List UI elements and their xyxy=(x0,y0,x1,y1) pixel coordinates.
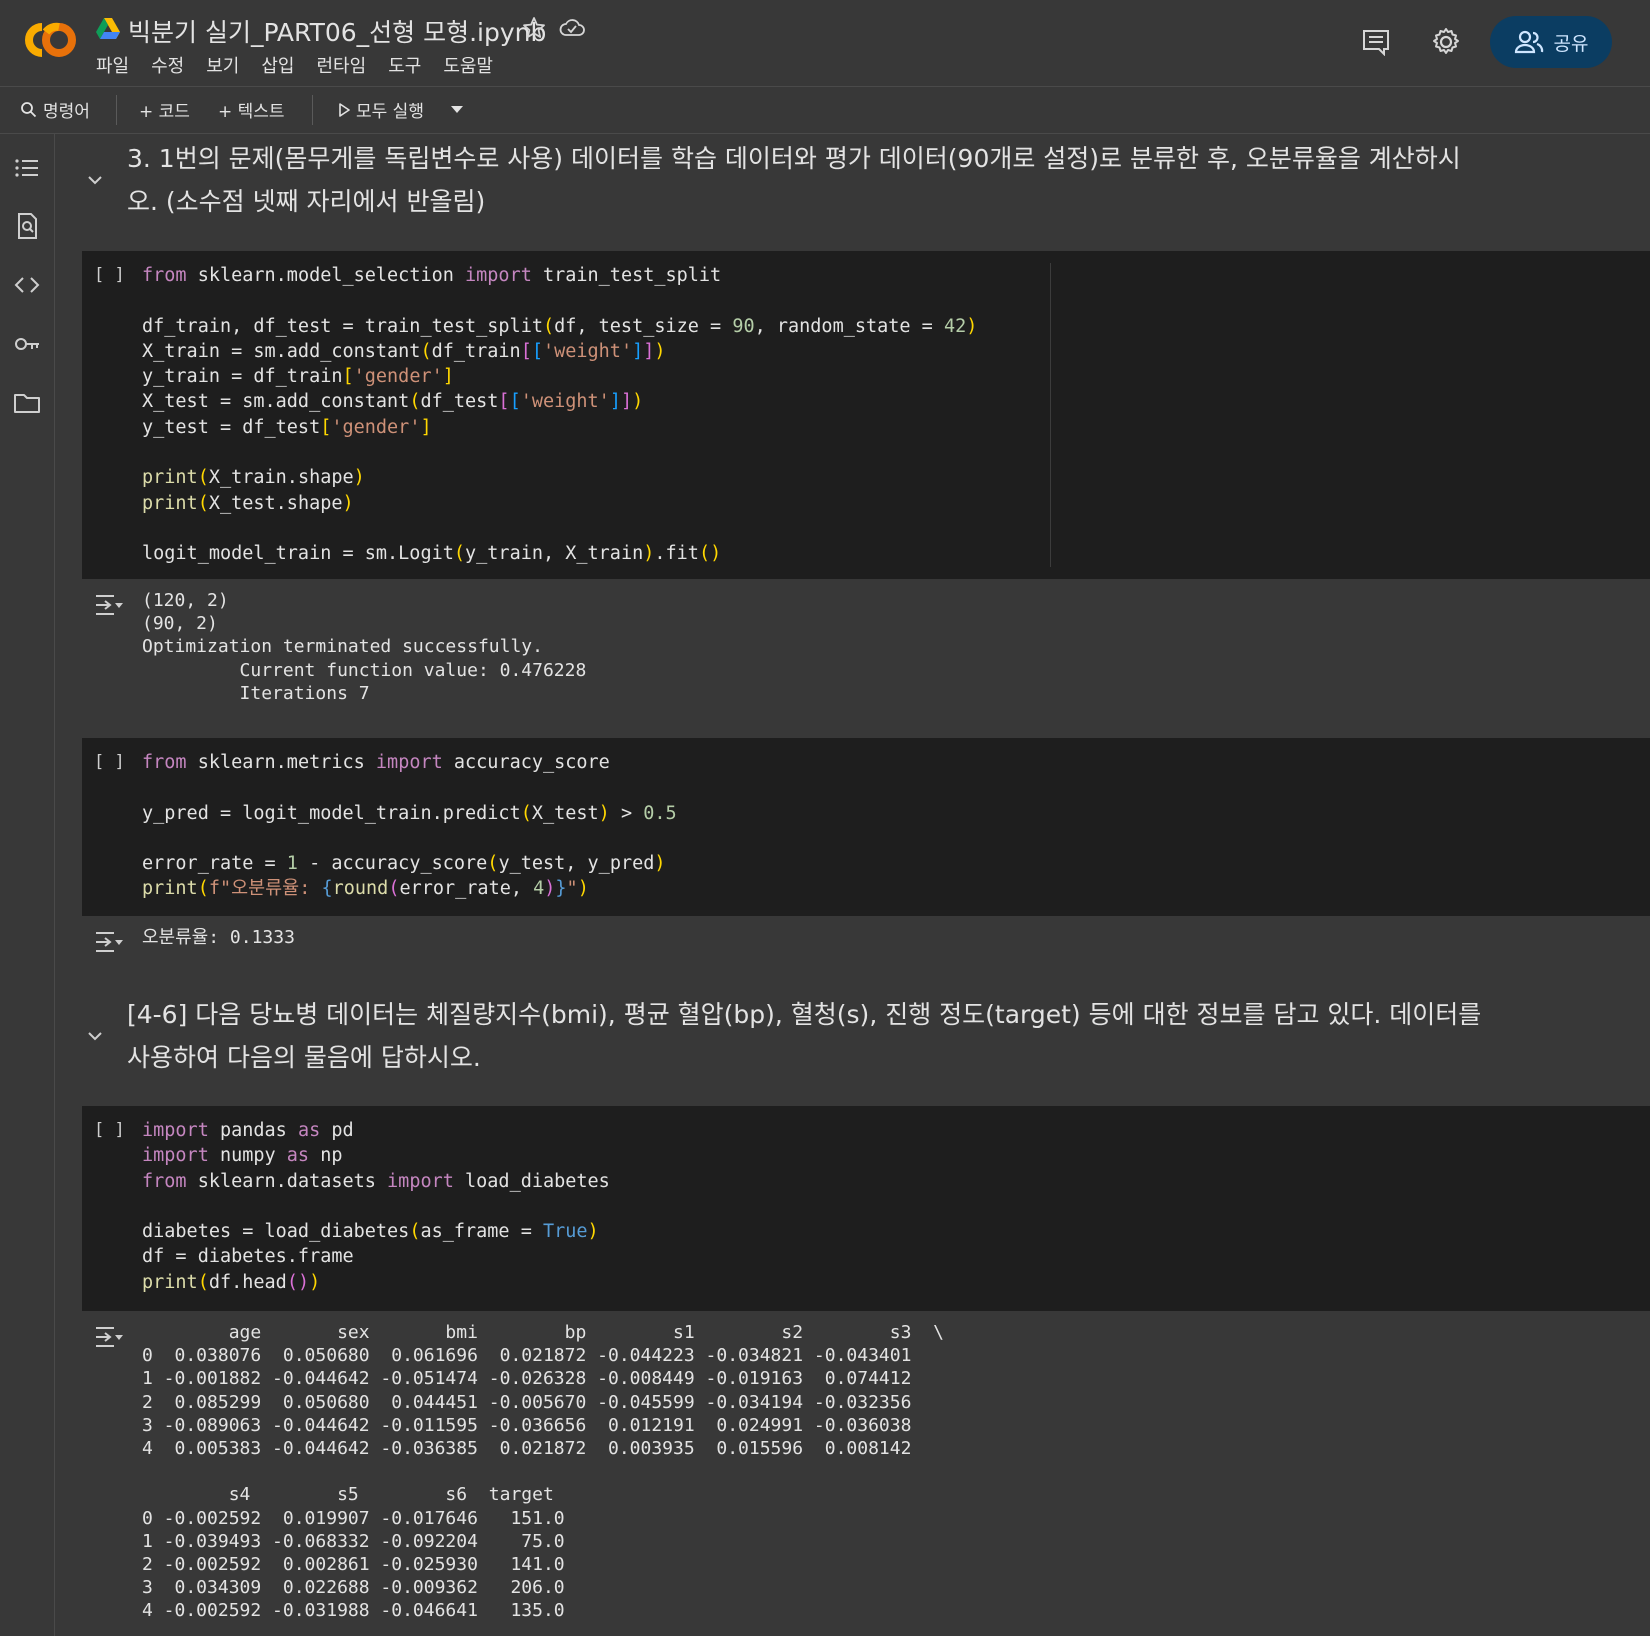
code-editor[interactable]: from sklearn.metrics import accuracy_sco… xyxy=(142,750,677,902)
code-editor[interactable]: import pandas as pd import numpy as np f… xyxy=(142,1118,610,1295)
output-toggle-icon[interactable] xyxy=(94,930,124,954)
key-icon[interactable] xyxy=(13,330,41,358)
command-palette-button[interactable]: 명령어 xyxy=(20,97,90,122)
code-cell[interactable]: [ ] from sklearn.metrics import accuracy… xyxy=(82,738,1650,916)
run-cell-button[interactable]: [ ] xyxy=(94,752,125,772)
share-button[interactable]: 공유 xyxy=(1490,16,1612,68)
colab-logo[interactable] xyxy=(16,18,78,62)
chevron-down-icon[interactable] xyxy=(450,104,464,114)
toc-icon[interactable] xyxy=(13,154,41,182)
run-all-label: 모두 실행 xyxy=(356,102,424,122)
play-icon xyxy=(339,102,350,117)
output-text: 오분류율: 0.1333 xyxy=(142,927,295,948)
text-cell[interactable]: [4-6] 다음 당뇨병 데이터는 체질량지수(bmi), 평균 혈압(bp),… xyxy=(55,990,1650,1104)
search-icon xyxy=(21,102,37,118)
toolbar-divider xyxy=(116,95,117,125)
code-snippets-icon[interactable] xyxy=(13,271,41,299)
menu-help[interactable]: 도움말 xyxy=(432,52,504,78)
run-cell-button[interactable]: [ ] xyxy=(94,265,125,285)
comment-icon[interactable] xyxy=(1361,28,1391,56)
menu-file[interactable]: 파일 xyxy=(96,52,140,78)
cell-divider xyxy=(1050,263,1051,567)
toolbar-divider xyxy=(312,95,313,125)
menu-edit[interactable]: 수정 xyxy=(140,52,195,78)
chevron-down-icon[interactable] xyxy=(85,1026,105,1046)
menu-insert[interactable]: 삽입 xyxy=(250,52,305,78)
colab-notebook-page: 빅분기 실기_PART06_선형 모형.ipynb 파일 수정 보기 삽입 런타… xyxy=(0,0,1650,1636)
run-cell-button[interactable]: [ ] xyxy=(94,1120,125,1140)
markdown-text: [4-6] 다음 당뇨병 데이터는 체질량지수(bmi), 평균 혈압(bp),… xyxy=(127,1000,1482,1072)
command-label: 명령어 xyxy=(43,102,90,122)
menu-bar: 파일 수정 보기 삽입 런타임 도구 도움말 xyxy=(96,52,504,78)
left-sidebar xyxy=(0,134,55,1636)
google-drive-icon xyxy=(96,18,120,39)
cell-output: age sex bmi bp s1 s2 s3 \ 0 0.038076 0.0… xyxy=(82,1311,1650,1636)
app-header: 빅분기 실기_PART06_선형 모형.ipynb 파일 수정 보기 삽입 런타… xyxy=(0,0,1650,87)
menu-runtime[interactable]: 런타임 xyxy=(306,52,378,78)
add-text-button[interactable]: + 텍스트 xyxy=(218,97,285,122)
folder-icon[interactable] xyxy=(13,389,41,417)
code-cell[interactable]: [ ] import pandas as pd import numpy as … xyxy=(82,1106,1650,1311)
output-toggle-icon[interactable] xyxy=(94,593,124,617)
code-cell[interactable]: [ ] from sklearn.model_selection import … xyxy=(82,251,1650,579)
gear-icon[interactable] xyxy=(1430,26,1462,58)
code-editor[interactable]: from sklearn.model_selection import trai… xyxy=(142,263,977,567)
find-icon[interactable] xyxy=(13,212,41,240)
markdown-text: 3. 1번의 문제(몸무게를 독립변수로 사용) 데이터를 학습 데이터와 평가… xyxy=(127,144,1461,216)
output-text: (120, 2) (90, 2) Optimization terminated… xyxy=(142,590,587,704)
star-icon[interactable] xyxy=(522,16,546,40)
notebook-toolbar: 명령어 + 코드 + 텍스트 모두 실행 xyxy=(0,87,1650,134)
cell-output: (120, 2) (90, 2) Optimization terminated… xyxy=(82,579,1650,729)
chevron-down-icon[interactable] xyxy=(85,170,105,190)
notebook-title[interactable]: 빅분기 실기_PART06_선형 모형.ipynb xyxy=(128,13,546,49)
text-cell[interactable]: 3. 1번의 문제(몸무게를 독립변수로 사용) 데이터를 학습 데이터와 평가… xyxy=(55,134,1650,248)
run-all-button[interactable]: 모두 실행 xyxy=(338,97,424,122)
menu-tools[interactable]: 도구 xyxy=(377,52,432,78)
menu-view[interactable]: 보기 xyxy=(195,52,250,78)
notebook-cells: 3. 1번의 문제(몸무게를 독립변수로 사용) 데이터를 학습 데이터와 평가… xyxy=(55,134,1650,1636)
people-icon xyxy=(1514,30,1543,54)
add-code-button[interactable]: + 코드 xyxy=(139,97,190,122)
cell-output: 오분류율: 0.1333 xyxy=(82,916,1650,972)
cloud-icon[interactable] xyxy=(558,16,586,40)
output-text: age sex bmi bp s1 s2 s3 \ 0 0.038076 0.0… xyxy=(142,1322,944,1622)
output-toggle-icon[interactable] xyxy=(94,1325,124,1349)
share-label: 공유 xyxy=(1553,32,1589,55)
